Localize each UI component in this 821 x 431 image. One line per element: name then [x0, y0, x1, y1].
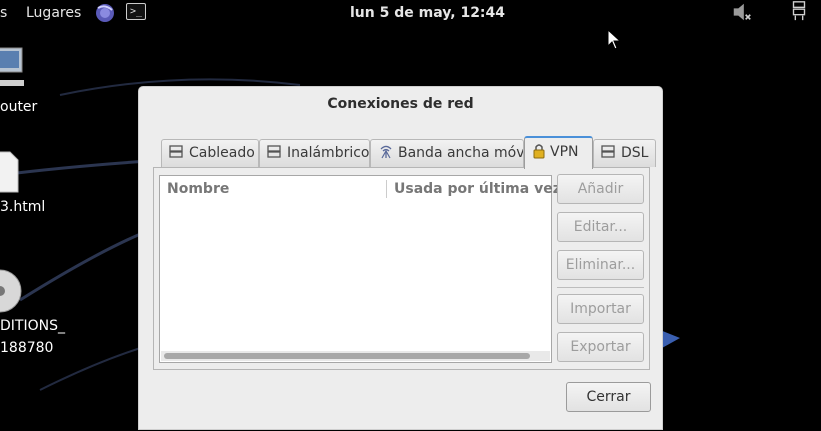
column-divider[interactable] — [386, 180, 387, 198]
tab-wired[interactable]: Cableado — [161, 139, 259, 167]
mouse-cursor-icon — [607, 29, 622, 50]
export-button[interactable]: Exportar — [557, 332, 644, 362]
scrollbar-thumb[interactable] — [164, 353, 530, 359]
wireless-icon — [267, 145, 281, 158]
column-header-name[interactable]: Nombre — [167, 181, 229, 197]
horizontal-scrollbar[interactable] — [161, 351, 550, 361]
tab-vpn[interactable]: VPN — [524, 136, 593, 169]
add-button[interactable]: Añadir — [557, 174, 644, 204]
mobile-broadband-icon — [380, 145, 392, 159]
column-header-last-used[interactable]: Usada por última vez — [394, 181, 561, 197]
applications-menu[interactable]: s — [0, 5, 7, 21]
delete-button[interactable]: Eliminar... — [557, 250, 644, 280]
import-button[interactable]: Importar — [557, 294, 644, 324]
tab-wireless[interactable]: Inalámbrico — [259, 139, 370, 167]
dialog-title: Conexiones de red — [327, 96, 474, 112]
wired-icon — [169, 145, 183, 158]
network-connections-dialog: Conexiones de red Cableado Inalámbrico B… — [138, 86, 663, 430]
file-desktop-label: 3.html — [0, 199, 46, 215]
firefox-icon[interactable] — [94, 2, 116, 24]
volume-muted-icon[interactable] — [731, 1, 753, 23]
edit-button[interactable]: Editar... — [557, 212, 644, 242]
button-separator — [557, 287, 644, 288]
terminal-icon[interactable]: >_ — [126, 3, 146, 20]
tab-dsl[interactable]: DSL — [593, 139, 656, 167]
vpn-lock-icon — [533, 144, 545, 159]
list-header: Nombre Usada por última vez — [160, 176, 561, 202]
disc-desktop-label-line2: 188780 — [0, 340, 54, 356]
tab-wireless-label: Inalámbrico — [287, 145, 370, 161]
tab-vpn-label: VPN — [550, 144, 579, 160]
tab-wired-label: Cableado — [189, 145, 255, 161]
file-desktop-icon[interactable] — [0, 150, 20, 194]
computer-desktop-label: outer — [0, 99, 38, 115]
tab-mobile-broadband-label: Banda ancha móvil — [398, 145, 524, 161]
disc-desktop-label-line1: DITIONS_ — [0, 318, 65, 334]
clock[interactable]: lun 5 de may, 12:44 — [350, 5, 505, 21]
places-menu[interactable]: Lugares — [26, 5, 81, 21]
close-button[interactable]: Cerrar — [566, 382, 651, 412]
network-icon[interactable] — [788, 0, 810, 22]
tab-dsl-label: DSL — [621, 145, 649, 161]
dsl-icon — [601, 145, 615, 158]
disc-desktop-icon[interactable] — [0, 268, 22, 314]
computer-desktop-icon[interactable] — [0, 46, 26, 94]
top-panel: s Lugares >_ lun 5 de may, 12:44 — [0, 0, 821, 28]
tab-mobile-broadband[interactable]: Banda ancha móvil — [370, 139, 524, 167]
connection-list[interactable]: Nombre Usada por última vez — [159, 175, 561, 363]
